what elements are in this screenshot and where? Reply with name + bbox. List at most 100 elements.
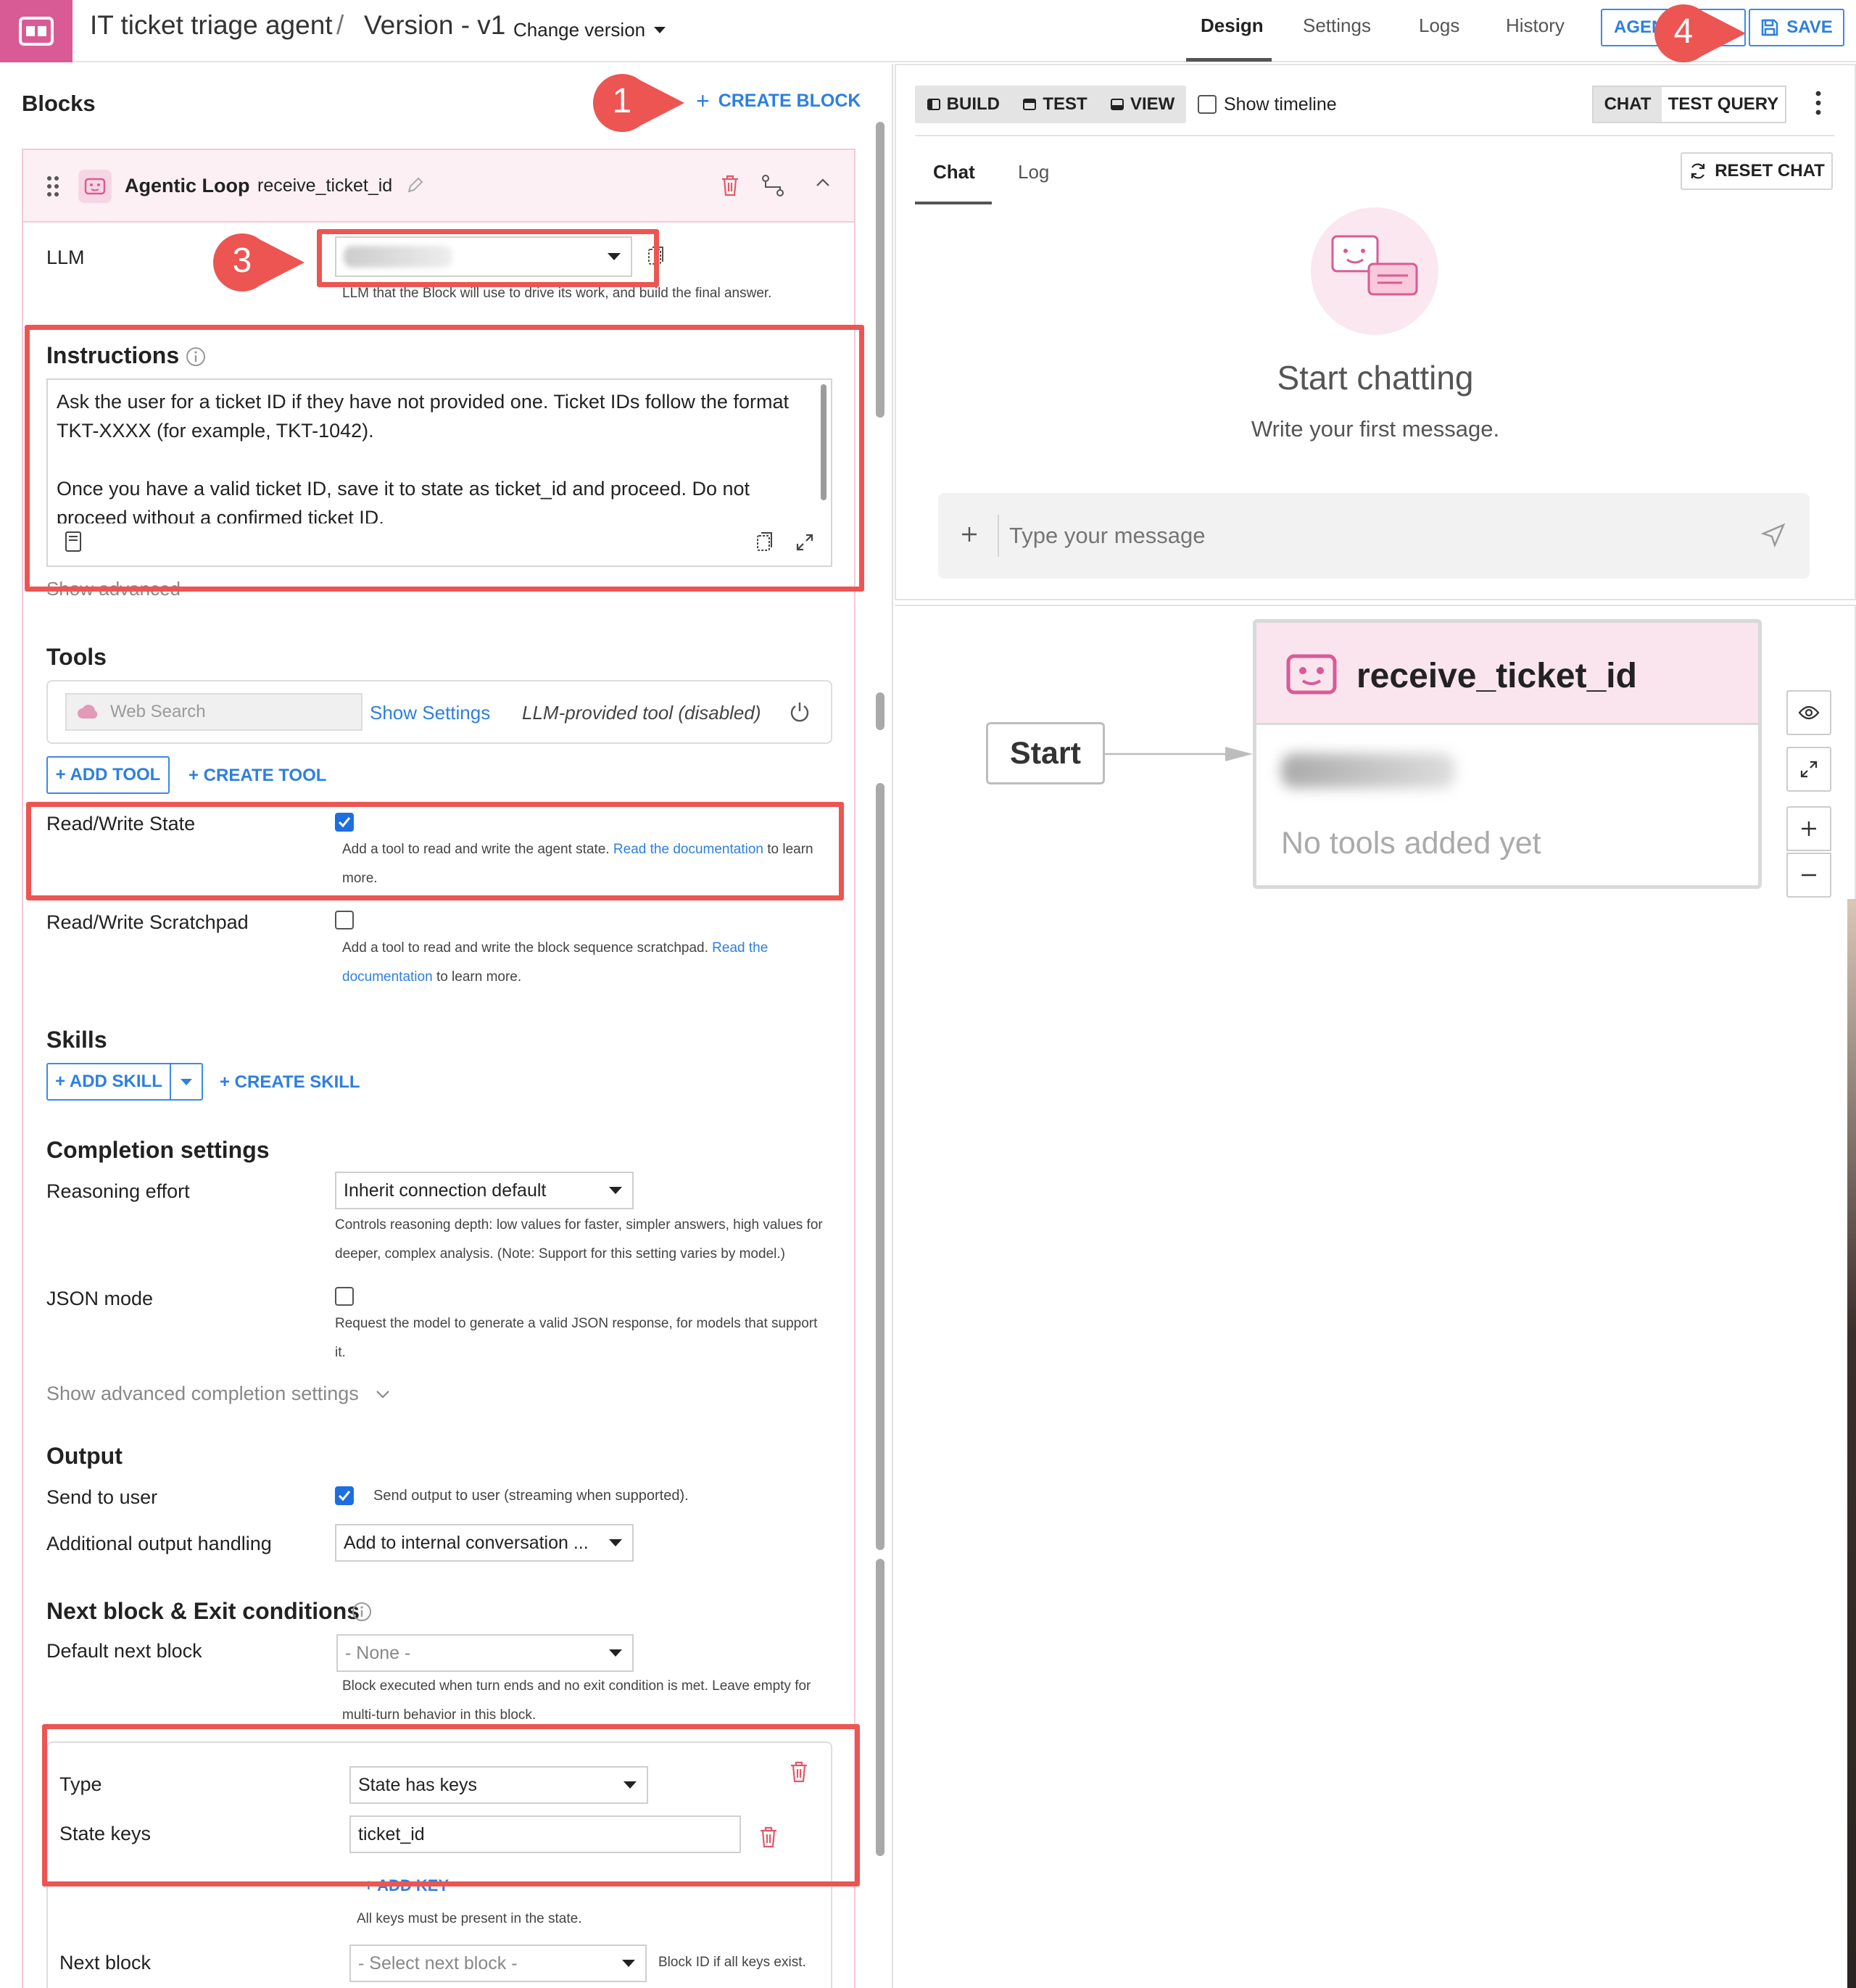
- fit-view-icon[interactable]: [1786, 747, 1831, 792]
- robot-icon: [78, 170, 112, 203]
- send-icon[interactable]: [1760, 522, 1786, 548]
- pencil-icon[interactable]: [406, 177, 423, 194]
- additional-output-select[interactable]: Add to internal conversation ...: [335, 1524, 634, 1562]
- create-skill-button[interactable]: + CREATE SKILL: [220, 1072, 360, 1093]
- exit-next-block-select[interactable]: - Select next block -: [349, 1944, 647, 1982]
- breadcrumb-separator: /: [336, 10, 344, 40]
- message-composer: [938, 493, 1810, 579]
- tools-title: Tools: [46, 644, 107, 670]
- test-query-label: TEST QUERY: [1668, 94, 1779, 114]
- chat-bubbles-icon: [1311, 207, 1438, 335]
- create-block-button[interactable]: + CREATE BLOCK: [696, 88, 861, 114]
- test-query-tab[interactable]: TEST QUERY: [1662, 87, 1785, 122]
- change-version-dropdown[interactable]: Change version: [513, 19, 666, 41]
- top-bar: IT ticket triage agent / Version - v1 Ch…: [0, 0, 1856, 62]
- chevron-down-icon: [376, 1390, 389, 1399]
- json-mode-label: JSON mode: [46, 1288, 154, 1309]
- show-settings-link[interactable]: Show Settings: [370, 702, 490, 724]
- default-next-block-select[interactable]: - None -: [336, 1634, 634, 1672]
- plus-icon: +: [696, 88, 710, 114]
- info-icon[interactable]: [351, 1601, 373, 1623]
- chat-tab[interactable]: CHAT: [1594, 87, 1662, 122]
- next-block-title: Next block & Exit conditions: [46, 1598, 360, 1624]
- flow-node-title: receive_ticket_id: [1356, 657, 1637, 695]
- add-attachment-icon[interactable]: [960, 525, 979, 544]
- tab-design[interactable]: Design: [1201, 15, 1264, 37]
- build-mode-button[interactable]: BUILD: [927, 94, 1000, 115]
- flow-canvas-empty[interactable]: [895, 916, 1856, 1988]
- build-label: BUILD: [946, 94, 1000, 114]
- eye-icon[interactable]: [1786, 690, 1831, 735]
- sub-tab-log[interactable]: Log: [1018, 161, 1049, 183]
- view-label: VIEW: [1130, 94, 1175, 114]
- add-tool-button[interactable]: + ADD TOOL: [46, 756, 170, 794]
- test-icon: [1023, 99, 1037, 110]
- additional-output-label: Additional output handling: [46, 1533, 272, 1554]
- reasoning-value: Inherit connection default: [344, 1180, 547, 1201]
- reasoning-select[interactable]: Inherit connection default: [335, 1172, 634, 1209]
- exit-next-block-value: - Select next block -: [358, 1952, 518, 1973]
- add-skill-button[interactable]: + ADD SKILL: [46, 1063, 171, 1101]
- send-to-user-label: Send to user: [46, 1486, 158, 1508]
- agent-app-icon[interactable]: [0, 0, 72, 62]
- show-advanced-completion-label: Show advanced completion settings: [46, 1383, 359, 1404]
- exit-next-block-label: Next block: [59, 1952, 152, 1973]
- no-tools-label: No tools added yet: [1281, 826, 1541, 861]
- reasoning-label: Reasoning effort: [46, 1180, 190, 1202]
- annotation-box-instructions: [25, 325, 864, 592]
- flow-node-receive-ticket-id[interactable]: receive_ticket_id No tools added yet: [1253, 619, 1762, 889]
- default-next-block-value: - None -: [345, 1642, 411, 1663]
- check-icon: [338, 1491, 351, 1502]
- caret-down-icon: [609, 1187, 622, 1194]
- zoom-in-icon[interactable]: [1786, 806, 1831, 851]
- rw-scratchpad-hint: Add a tool to read and write the block s…: [342, 934, 835, 992]
- completion-title: Completion settings: [46, 1137, 270, 1163]
- json-mode-hint: Request the model to generate a valid JS…: [335, 1316, 818, 1360]
- window-edge: [1847, 899, 1856, 1988]
- composer-divider: [998, 515, 999, 557]
- chevron-up-icon[interactable]: [815, 177, 831, 189]
- save-button[interactable]: SAVE: [1749, 9, 1844, 46]
- show-timeline-checkbox[interactable]: [1198, 95, 1217, 114]
- tab-history[interactable]: History: [1506, 15, 1565, 37]
- build-icon: [927, 99, 940, 110]
- left-scrollbar-thumb[interactable]: [876, 783, 884, 1550]
- message-input[interactable]: [1009, 513, 1734, 558]
- default-next-block-hint: Block executed when turn ends and no exi…: [342, 1678, 811, 1723]
- reset-chat-button[interactable]: RESET CHAT: [1681, 152, 1833, 190]
- send-to-user-checkbox[interactable]: [335, 1486, 354, 1505]
- more-options-icon[interactable]: [1814, 90, 1823, 116]
- agent-title[interactable]: IT ticket triage agent: [90, 10, 333, 41]
- start-node[interactable]: Start: [986, 722, 1105, 784]
- json-mode-checkbox[interactable]: [335, 1287, 354, 1306]
- zoom-out-icon[interactable]: [1786, 853, 1831, 898]
- power-icon[interactable]: [789, 700, 811, 724]
- tool-status: LLM-provided tool (disabled): [522, 702, 761, 724]
- default-next-block-label: Default next block: [46, 1640, 202, 1662]
- robot-icon: [1286, 654, 1337, 695]
- tool-row: Web Search Show Settings LLM-provided to…: [46, 680, 832, 744]
- tab-settings[interactable]: Settings: [1303, 15, 1371, 37]
- panel-divider[interactable]: [892, 64, 893, 1988]
- view-mode-button[interactable]: VIEW: [1110, 94, 1174, 115]
- show-advanced-completion-toggle[interactable]: Show advanced completion settings: [46, 1383, 391, 1405]
- left-scrollbar-thumb[interactable]: [876, 692, 884, 730]
- add-skill-dropdown[interactable]: [170, 1063, 203, 1101]
- block-name[interactable]: receive_ticket_id: [257, 175, 392, 196]
- tab-logs[interactable]: Logs: [1419, 15, 1459, 37]
- skills-title: Skills: [46, 1027, 107, 1053]
- rw-scratchpad-checkbox[interactable]: [335, 911, 354, 929]
- drag-handle-icon[interactable]: [46, 175, 59, 197]
- tool-name: Web Search: [110, 702, 206, 721]
- caret-down-icon: [181, 1078, 192, 1085]
- flow-icon[interactable]: [761, 174, 784, 197]
- left-scrollbar-thumb[interactable]: [876, 122, 884, 418]
- change-version-label: Change version: [513, 19, 646, 41]
- block-type-label: Agentic Loop: [125, 175, 250, 196]
- left-scrollbar-thumb[interactable]: [876, 1559, 884, 1856]
- create-tool-button[interactable]: + CREATE TOOL: [188, 766, 326, 786]
- test-mode-button[interactable]: TEST: [1022, 94, 1088, 115]
- sub-tab-indicator: [915, 202, 992, 204]
- trash-icon[interactable]: [720, 174, 740, 197]
- sub-tab-chat[interactable]: Chat: [933, 161, 975, 183]
